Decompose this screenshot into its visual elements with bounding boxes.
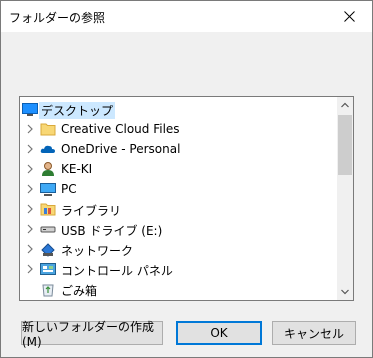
desktop-icon <box>22 103 38 116</box>
chevron-right-icon[interactable] <box>25 144 35 154</box>
chevron-up-icon <box>341 102 349 108</box>
dialog-title: フォルダーの参照 <box>9 11 106 25</box>
folder-icon <box>40 123 56 136</box>
cancel-button[interactable]: キャンセル <box>272 321 356 345</box>
vertical-scrollbar[interactable] <box>337 97 353 300</box>
folder-tree[interactable]: デスクトップ Creative Cloud Files OneDrive - P… <box>19 96 354 301</box>
tree-item-label: Creative Cloud Files <box>61 122 180 136</box>
tree-item-label: ライブラリ <box>61 204 122 218</box>
onedrive-cloud-icon <box>40 145 55 153</box>
chevron-right-icon[interactable] <box>25 164 35 174</box>
tree-item-label: コントロール パネル <box>61 264 173 278</box>
tree-item-label: USB ドライブ (E:) <box>61 224 163 238</box>
tree-item-label: PC <box>61 182 77 196</box>
tree-item-label: OneDrive - Personal <box>61 142 181 156</box>
scroll-up-button[interactable] <box>337 97 353 113</box>
chevron-right-icon[interactable] <box>25 244 35 254</box>
network-icon <box>41 243 55 257</box>
tree-item-network[interactable]: ネットワーク <box>20 239 338 259</box>
library-icon <box>40 203 56 216</box>
scroll-down-button[interactable] <box>337 284 353 300</box>
title-bar[interactable]: フォルダーの参照 <box>1 1 372 32</box>
tree-item-usb-drive[interactable]: USB ドライブ (E:) <box>20 219 338 239</box>
folder-tree-list: デスクトップ Creative Cloud Files OneDrive - P… <box>20 97 338 300</box>
tree-item-label: KE-KI <box>61 162 93 176</box>
tree-item-label: ごみ箱 <box>61 284 98 298</box>
tree-item-creative-cloud-files[interactable]: Creative Cloud Files <box>20 119 338 139</box>
ok-button[interactable]: OK <box>176 321 262 345</box>
tree-item-control-panel[interactable]: コントロール パネル <box>20 259 338 279</box>
tree-item-label: ネットワーク <box>61 244 134 258</box>
tree-item-recycle-bin[interactable]: ごみ箱 <box>20 279 338 299</box>
tree-item-user[interactable]: KE-KI <box>20 159 338 179</box>
control-panel-icon <box>40 263 56 275</box>
browse-folder-dialog: フォルダーの参照 デスクトップ Creative Cloud Files One… <box>0 0 373 358</box>
tree-item-desktop[interactable]: デスクトップ <box>20 99 338 119</box>
tree-item-onedrive[interactable]: OneDrive - Personal <box>20 139 338 159</box>
chevron-right-icon[interactable] <box>25 264 35 274</box>
recycle-bin-icon <box>42 284 54 297</box>
new-folder-button[interactable]: 新しいフォルダーの作成(M) <box>21 320 163 349</box>
chevron-right-icon[interactable] <box>25 184 35 194</box>
close-icon <box>343 11 355 22</box>
chevron-down-icon <box>341 289 349 295</box>
tree-item-pc[interactable]: PC <box>20 179 338 199</box>
tree-item-library[interactable]: ライブラリ <box>20 199 338 219</box>
chevron-right-icon[interactable] <box>25 204 35 214</box>
scroll-thumb[interactable] <box>338 115 352 175</box>
chevron-right-icon[interactable] <box>25 224 35 234</box>
close-button[interactable] <box>326 1 372 32</box>
tree-item-label: デスクトップ <box>39 102 116 119</box>
usb-drive-icon <box>40 226 56 233</box>
chevron-right-icon[interactable] <box>25 124 35 134</box>
user-icon <box>42 162 54 176</box>
computer-icon <box>40 183 56 196</box>
